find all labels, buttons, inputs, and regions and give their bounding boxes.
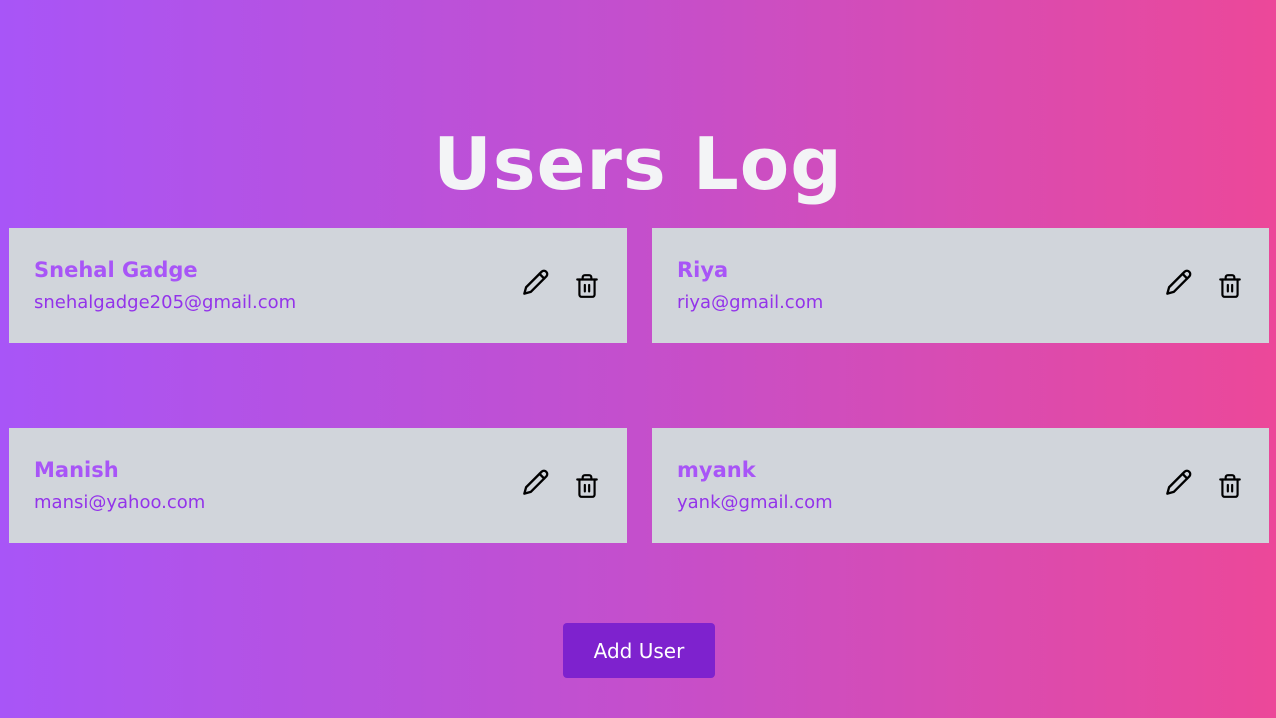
trash-icon: [1219, 274, 1241, 298]
add-user-button[interactable]: Add User: [563, 623, 715, 678]
user-card: Riya riya@gmail.com: [652, 228, 1269, 343]
pencil-icon: [523, 269, 549, 295]
delete-user-button[interactable]: [1215, 270, 1245, 302]
edit-user-button[interactable]: [1164, 266, 1194, 298]
user-name: Snehal Gadge: [34, 258, 198, 282]
trash-icon: [576, 474, 598, 498]
trash-icon: [576, 274, 598, 298]
user-email: riya@gmail.com: [677, 292, 824, 313]
user-card: Manish mansi@yahoo.com: [9, 428, 627, 543]
user-name: Riya: [677, 258, 729, 282]
user-name: Manish: [34, 458, 119, 482]
pencil-icon: [523, 469, 549, 495]
delete-user-button[interactable]: [572, 470, 602, 502]
user-email: snehalgadge205@gmail.com: [34, 292, 297, 313]
pencil-icon: [1166, 469, 1192, 495]
trash-icon: [1219, 474, 1241, 498]
user-card: myank yank@gmail.com: [652, 428, 1269, 543]
edit-user-button[interactable]: [1164, 466, 1194, 498]
edit-user-button[interactable]: [521, 266, 551, 298]
pencil-icon: [1166, 269, 1192, 295]
page-title: Users Log: [433, 122, 843, 206]
user-card: Snehal Gadge snehalgadge205@gmail.com: [9, 228, 627, 343]
user-email: yank@gmail.com: [677, 492, 833, 513]
edit-user-button[interactable]: [521, 466, 551, 498]
delete-user-button[interactable]: [572, 270, 602, 302]
user-name: myank: [677, 458, 756, 482]
user-email: mansi@yahoo.com: [34, 492, 206, 513]
delete-user-button[interactable]: [1215, 470, 1245, 502]
